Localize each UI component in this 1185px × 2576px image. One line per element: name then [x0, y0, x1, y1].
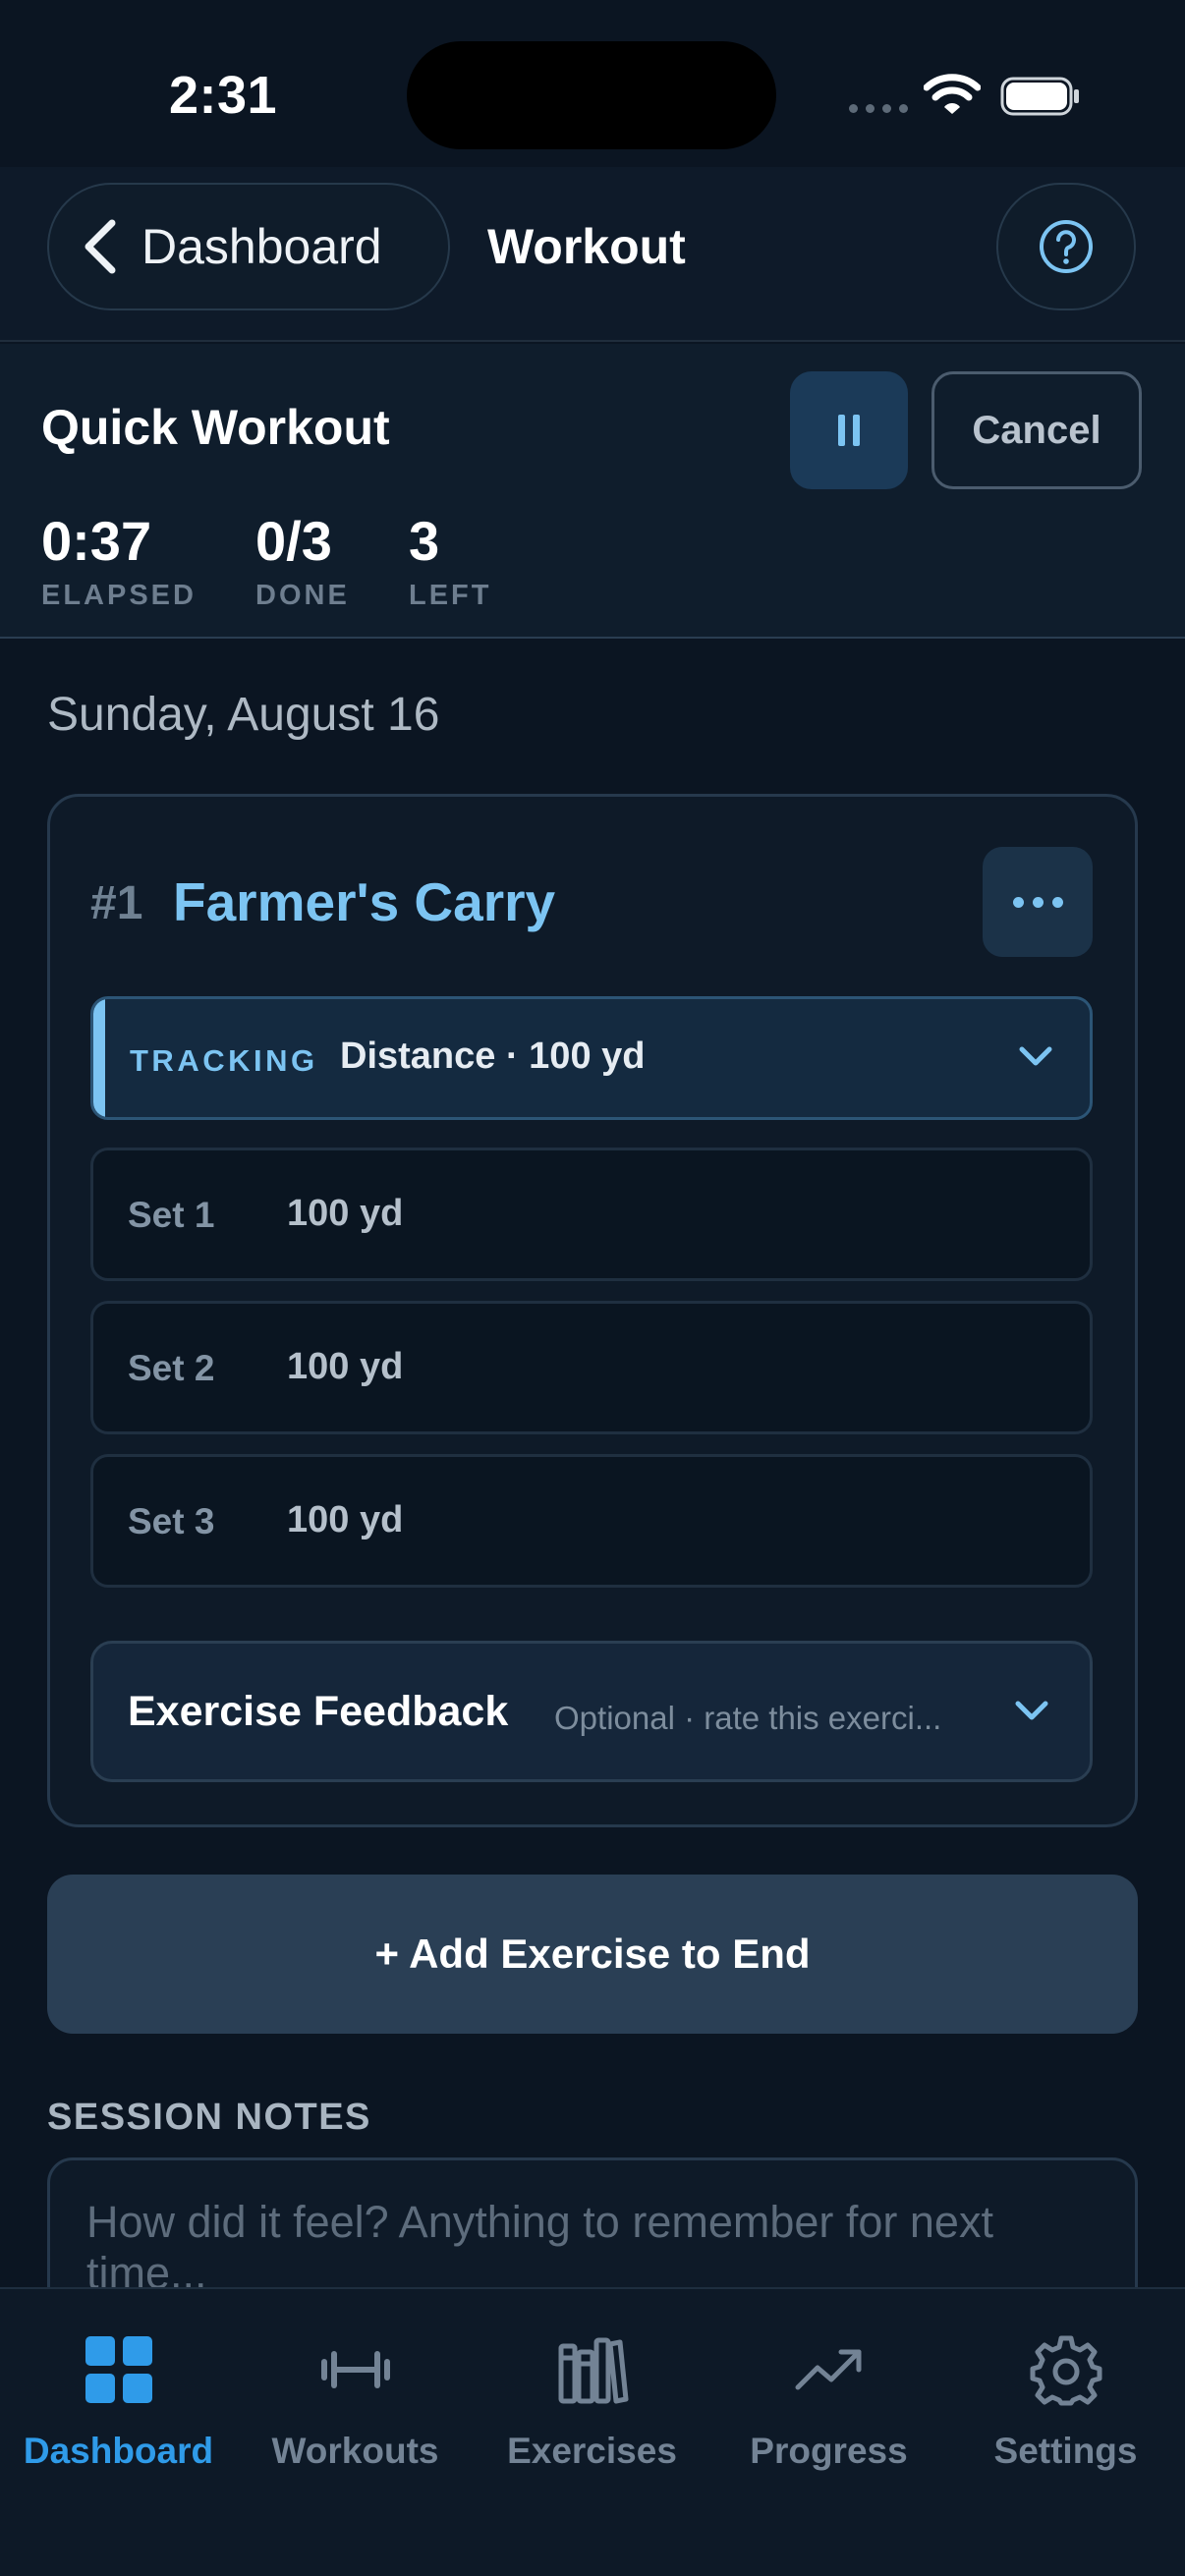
back-button[interactable]: Dashboard	[47, 183, 450, 310]
tab-progress[interactable]: Progress	[710, 2332, 947, 2472]
set-row[interactable]	[90, 1301, 1093, 1434]
more-options-button[interactable]	[983, 847, 1093, 957]
notes-placeholder: How did it feel? Anything to remember fo…	[86, 2197, 993, 2298]
question-circle-icon	[1040, 220, 1093, 273]
chevron-down-icon	[1019, 1046, 1052, 1066]
chevron-left-icon	[85, 219, 116, 274]
add-exercise-button[interactable]: + Add Exercise to End	[47, 1875, 1138, 2034]
stat-label: LEFT	[409, 580, 492, 611]
tab-exercises[interactable]: Exercises	[474, 2332, 710, 2472]
tab-settings[interactable]: Settings	[947, 2332, 1184, 2472]
exercise-name[interactable]: Farmer's Carry	[173, 870, 555, 933]
tracking-label: TRACKING	[130, 1043, 318, 1078]
feedback-title: Exercise Feedback	[128, 1688, 509, 1735]
ellipsis-icon	[1012, 896, 1024, 908]
stat-value: 3	[409, 510, 440, 572]
dumbbell-icon	[320, 2351, 390, 2388]
status-time: 2:31	[169, 66, 278, 125]
set-value[interactable]: 100 yd	[287, 1499, 403, 1541]
tab-label: Exercises	[507, 2431, 677, 2471]
battery-icon	[1000, 77, 1079, 116]
set-label: Set 3	[128, 1501, 215, 1541]
dynamic-island	[407, 41, 776, 149]
chevron-down-icon	[1015, 1701, 1048, 1720]
gear-icon	[1030, 2335, 1101, 2406]
set-row[interactable]	[90, 1454, 1093, 1588]
pause-button[interactable]	[790, 371, 908, 489]
exercise-number: #1	[90, 877, 143, 929]
trend-up-icon	[795, 2349, 861, 2390]
tab-dashboard[interactable]: Dashboard	[0, 2332, 237, 2472]
stat-done: 0/3 DONE	[255, 509, 350, 612]
cancel-button[interactable]: Cancel	[931, 371, 1142, 489]
stat-label: ELAPSED	[41, 580, 197, 611]
set-label: Set 2	[128, 1348, 215, 1388]
stat-elapsed: 0:37 ELAPSED	[41, 509, 197, 612]
set-value[interactable]: 100 yd	[287, 1193, 403, 1235]
workout-title: Quick Workout	[41, 400, 390, 455]
pause-icon	[838, 415, 860, 446]
tab-label: Dashboard	[23, 2431, 214, 2471]
tab-label: Progress	[750, 2431, 908, 2471]
grid-icon	[85, 2336, 152, 2403]
books-icon	[558, 2337, 628, 2404]
tracking-value: Distance · 100 yd	[340, 1036, 646, 1077]
set-value[interactable]: 100 yd	[287, 1346, 403, 1388]
set-row[interactable]	[90, 1148, 1093, 1281]
help-button[interactable]	[996, 183, 1136, 310]
tab-workouts[interactable]: Workouts	[237, 2332, 474, 2472]
stat-value: 0/3	[255, 510, 332, 572]
cellular-signal-icon	[849, 104, 908, 113]
nav-title: Workout	[487, 219, 686, 274]
stat-label: DONE	[255, 580, 350, 611]
back-button-label: Dashboard	[141, 219, 382, 274]
session-notes-heading: SESSION NOTES	[47, 2097, 371, 2138]
stat-value: 0:37	[41, 510, 152, 572]
wifi-icon	[924, 74, 981, 114]
set-label: Set 1	[128, 1195, 215, 1235]
date-label: Sunday, August 16	[47, 689, 440, 741]
tab-label: Settings	[993, 2431, 1138, 2471]
feedback-hint: Optional · rate this exerci...	[554, 1700, 942, 1736]
stat-left: 3 LEFT	[409, 509, 492, 612]
tab-label: Workouts	[271, 2431, 439, 2471]
